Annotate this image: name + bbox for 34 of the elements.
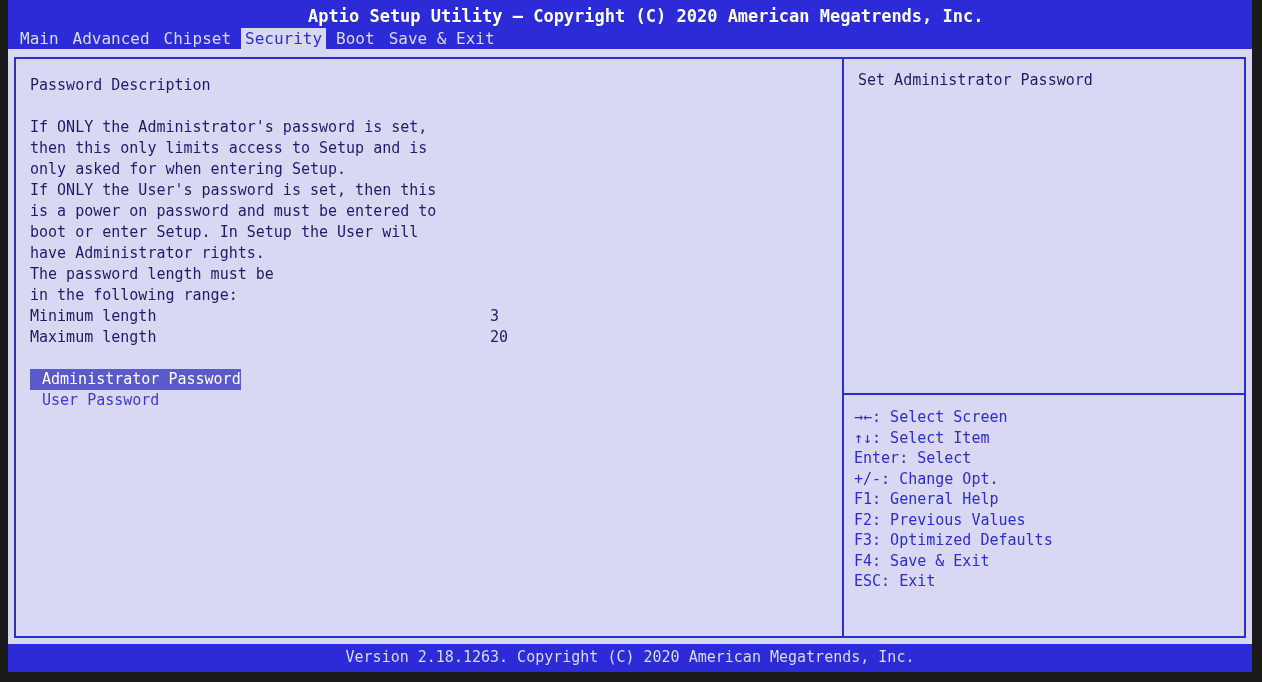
key-help-text: F1: General Help bbox=[854, 489, 1000, 510]
key-help-text: F4: Save & Exit bbox=[854, 550, 991, 571]
menu-tab[interactable]: Main bbox=[16, 28, 63, 49]
section-title: Password Description bbox=[30, 75, 212, 96]
menu-item[interactable]: Administrator Password bbox=[30, 369, 241, 390]
key-help-text: +/-: Change Opt. bbox=[854, 468, 1000, 489]
key-help-text: ESC: Exit bbox=[854, 571, 937, 592]
description-text: then this only limits access to Setup and is bbox=[30, 138, 429, 159]
description-text: If ONLY the Administrator's password is set, bbox=[30, 117, 429, 138]
description-text: only asked for when entering Setup. bbox=[30, 159, 348, 180]
description-text: If ONLY the User's password is set, then this bbox=[30, 180, 438, 201]
description-text: is a power on password and must be entered to bbox=[30, 201, 438, 222]
setting-value: 3 bbox=[490, 306, 501, 327]
menu-tab[interactable]: Security bbox=[241, 28, 327, 49]
menu-tab[interactable]: Boot bbox=[332, 28, 379, 49]
key-help-text: F2: Previous Values bbox=[854, 509, 1027, 530]
menu-tab[interactable]: Save & Exit bbox=[384, 28, 499, 49]
key-help-text: ↑↓: Select Item bbox=[854, 427, 991, 448]
key-help-text: →←: Select Screen bbox=[854, 407, 1009, 428]
window-title: Aptio Setup Utility – Copyright (C) 2020 American Megatrends, Inc. bbox=[308, 6, 984, 26]
description-text: The password length must be bbox=[30, 264, 275, 285]
key-help-text: Enter: Select bbox=[854, 448, 973, 469]
setting-value: 20 bbox=[490, 327, 510, 348]
version-footer: Version 2.18.1263. Copyright (C) 2020 American Megatrends, Inc. bbox=[345, 648, 915, 666]
setting-label: Minimum length bbox=[30, 306, 158, 327]
description-text: in the following range: bbox=[30, 285, 239, 306]
key-help-text: F3: Optimized Defaults bbox=[854, 530, 1054, 551]
help-text: Set Administrator Password bbox=[858, 71, 1093, 89]
menu-item[interactable]: User Password bbox=[30, 390, 160, 411]
menu-tab[interactable]: Advanced bbox=[68, 28, 154, 49]
menu-tab[interactable]: Chipset bbox=[159, 28, 236, 49]
description-text: boot or enter Setup. In Setup the User will bbox=[30, 222, 420, 243]
description-text: have Administrator rights. bbox=[30, 243, 266, 264]
setting-label: Maximum length bbox=[30, 327, 158, 348]
